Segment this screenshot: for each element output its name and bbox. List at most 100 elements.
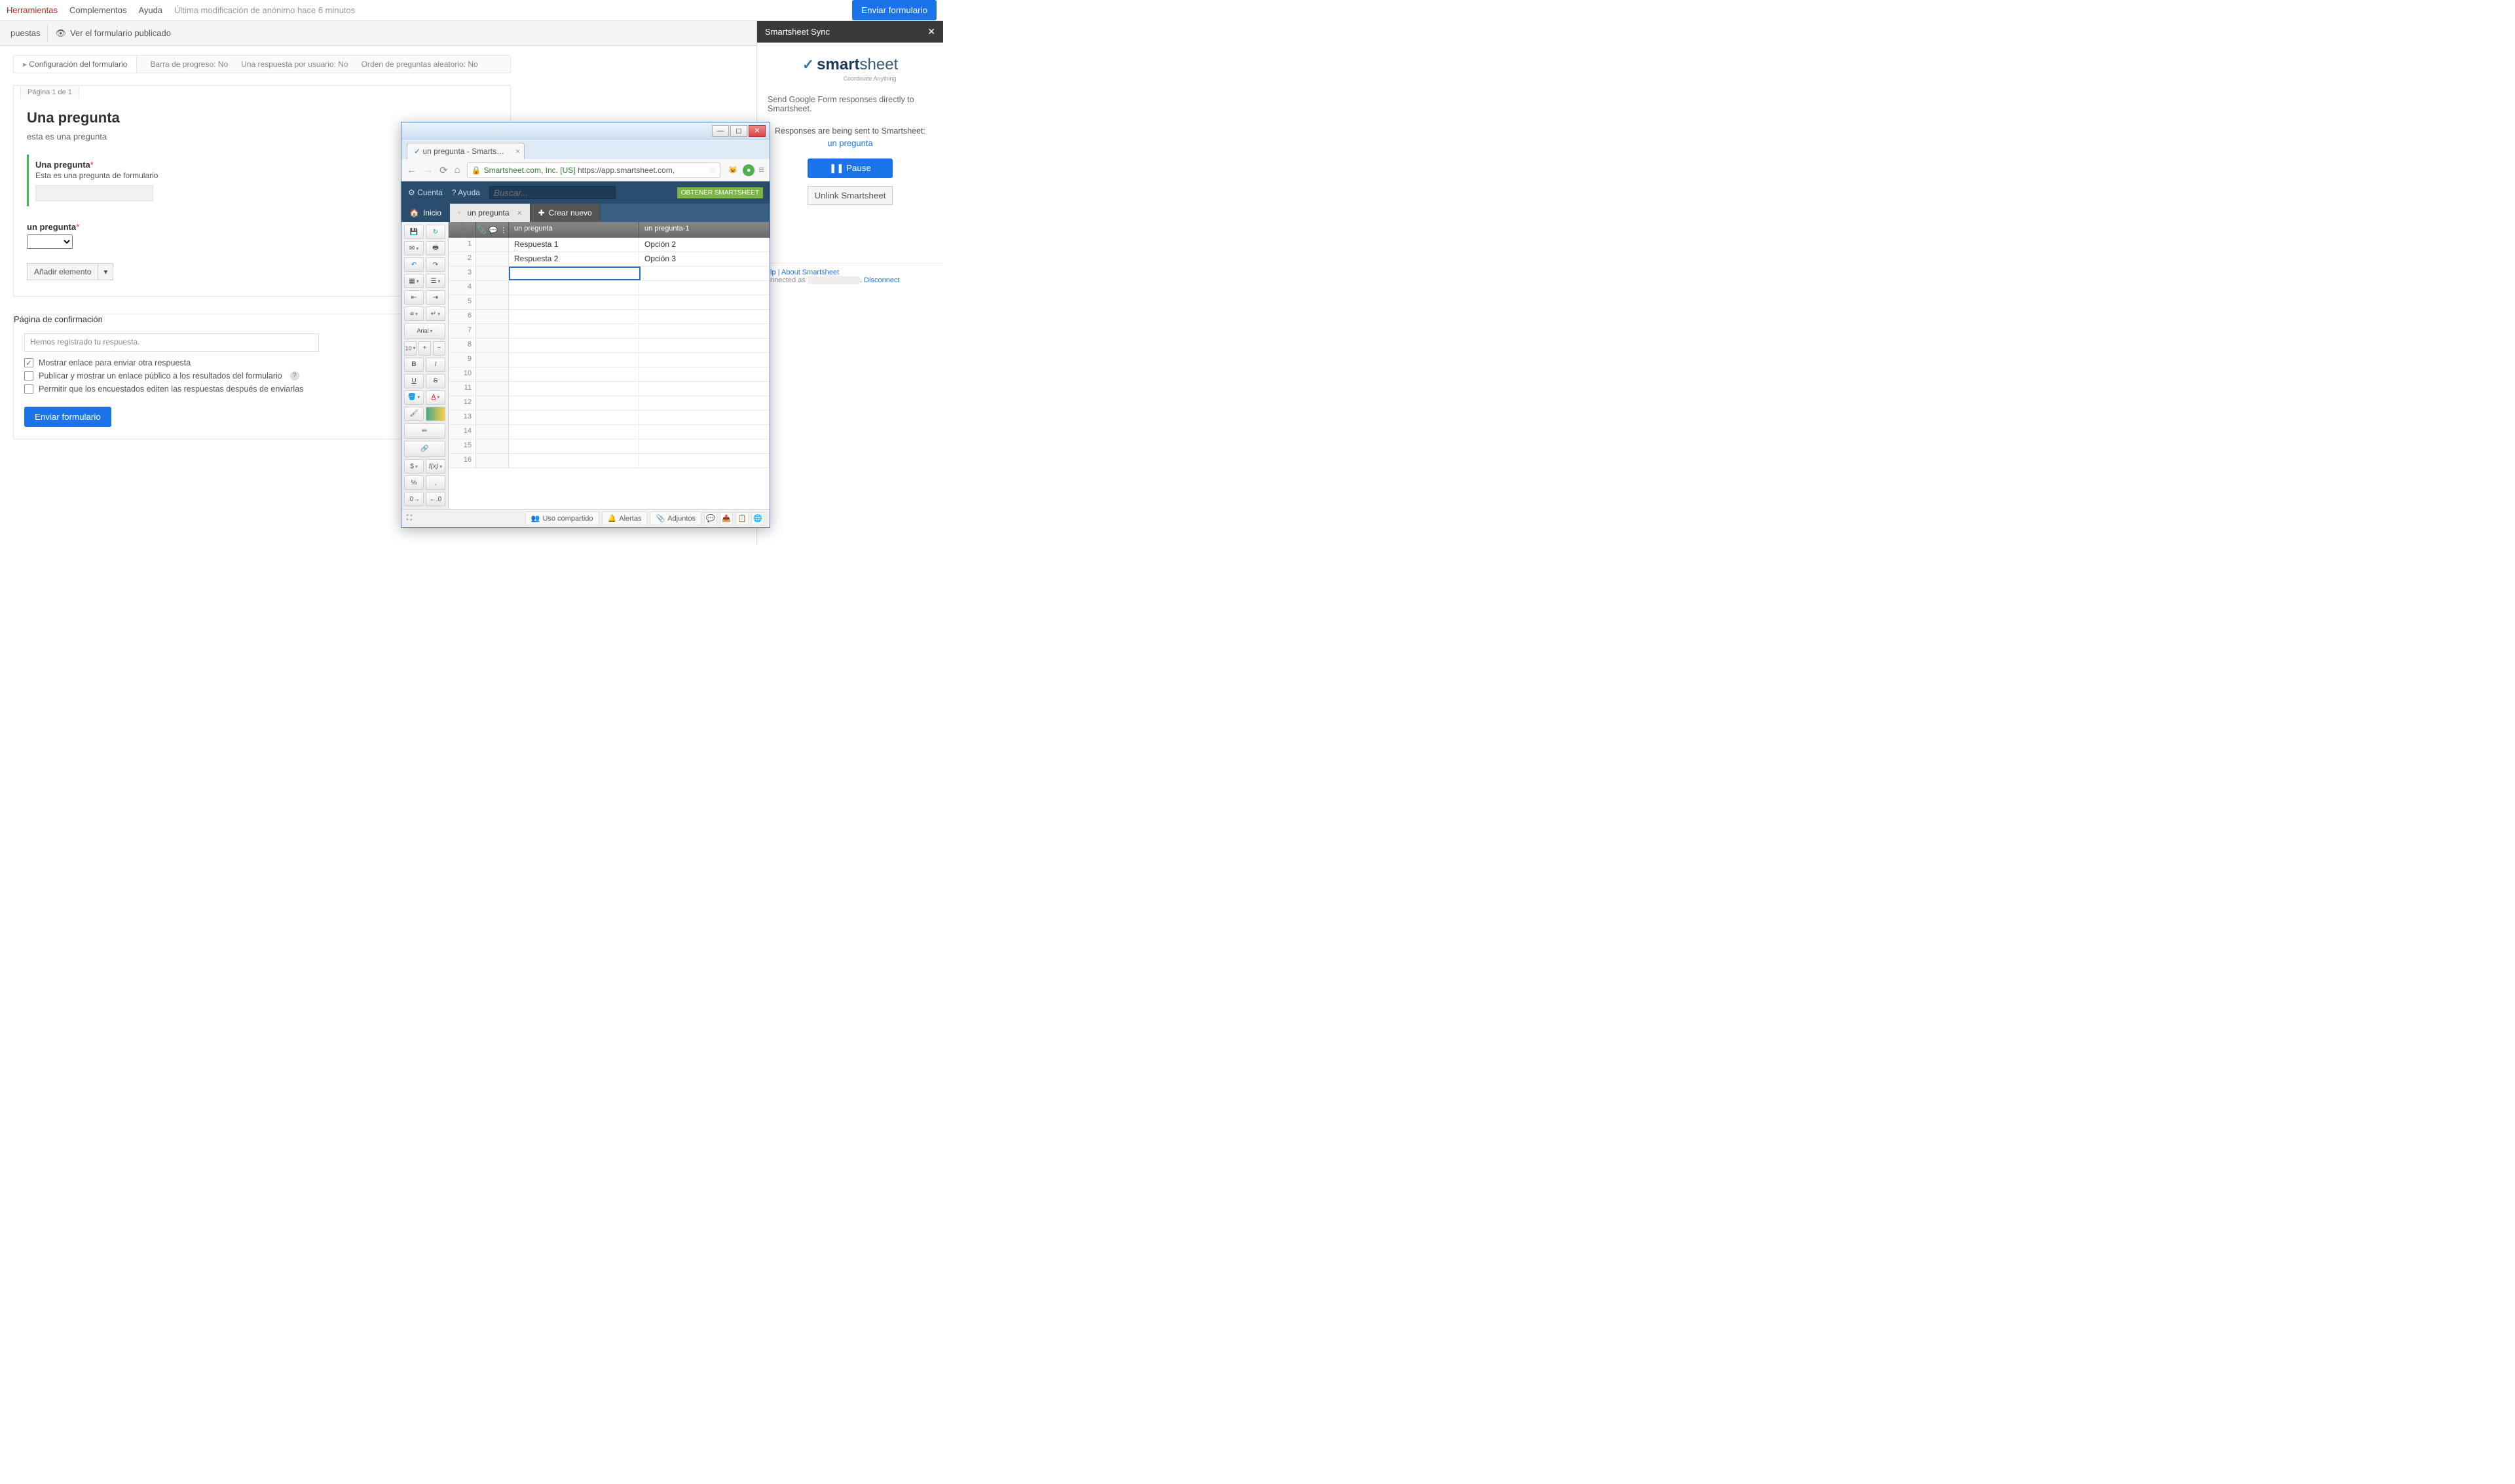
tool-bold[interactable]: B xyxy=(404,358,424,372)
alerts-button[interactable]: 🔔Alertas xyxy=(602,511,648,525)
home-icon[interactable]: ⌂ xyxy=(455,164,460,176)
tool-dec-inc[interactable]: .0→ xyxy=(404,492,424,506)
linked-sheet-link[interactable]: un pregunta xyxy=(768,138,933,148)
back-icon[interactable]: ← xyxy=(407,164,417,176)
table-row[interactable]: 6 xyxy=(449,310,770,324)
ss-grid[interactable]: 📎💬⋮ un pregunta un pregunta-1 1Respuesta… xyxy=(449,222,770,509)
table-row[interactable]: 10 xyxy=(449,367,770,382)
expand-icon[interactable]: ⛶ xyxy=(407,514,412,523)
tool-wrap[interactable]: ↵▾ xyxy=(426,306,445,321)
tool-views[interactable]: ▦▾ xyxy=(404,274,424,288)
confirmation-message-input[interactable]: Hemos registrado tu respuesta. xyxy=(24,333,319,352)
window-minimize[interactable]: — xyxy=(712,125,729,137)
view-published-form[interactable]: 👁 Ver el formulario publicado xyxy=(48,24,179,43)
web-icon[interactable]: 🌐 xyxy=(751,512,764,525)
forms-icon[interactable]: 📋 xyxy=(736,512,749,525)
tool-print[interactable]: 🖶 xyxy=(426,241,445,255)
pause-button[interactable]: ❚❚ Pause xyxy=(808,158,893,178)
tool-fill[interactable]: 🪣▾ xyxy=(404,390,424,405)
add-element-button[interactable]: Añadir elemento xyxy=(27,263,98,280)
q1-text-input[interactable] xyxy=(35,185,153,201)
chrome-menu-icon[interactable]: ≡ xyxy=(758,164,764,176)
tool-percent[interactable]: % xyxy=(404,475,424,490)
col-header-1[interactable]: un pregunta xyxy=(509,222,639,238)
tool-font[interactable]: Arial▾ xyxy=(404,323,445,339)
tool-italic[interactable]: I xyxy=(426,358,445,372)
window-close[interactable]: ✕ xyxy=(749,125,766,137)
sharing-button[interactable]: 👥Uso compartido xyxy=(525,511,599,525)
ss-banner[interactable]: OBTENER SMARTSHEET xyxy=(677,187,763,198)
tool-indent-out[interactable]: ⇤ xyxy=(404,290,424,305)
add-element-dropdown[interactable]: ▾ xyxy=(98,263,113,280)
tool-redo[interactable]: ↷ xyxy=(426,257,445,272)
table-row[interactable]: 7 xyxy=(449,324,770,339)
tool-conditional[interactable] xyxy=(426,407,445,421)
table-row[interactable]: 16 xyxy=(449,454,770,468)
ss-tab-active[interactable]: ▾un pregunta× xyxy=(450,204,531,222)
table-row[interactable]: 3 xyxy=(449,267,770,281)
table-row[interactable]: 9 xyxy=(449,353,770,367)
table-row[interactable]: 15 xyxy=(449,439,770,454)
table-row[interactable]: 4 xyxy=(449,281,770,295)
comment-col-icon[interactable]: 💬 xyxy=(489,226,498,234)
publish-icon[interactable]: 📤 xyxy=(720,512,733,525)
tool-align[interactable]: ≡▾ xyxy=(404,306,424,321)
tab-close-icon[interactable]: × xyxy=(517,208,522,217)
send-form-button-bottom[interactable]: Enviar formulario xyxy=(24,407,111,427)
ext-icon-2[interactable]: ● xyxy=(743,164,754,176)
disconnect-link[interactable]: Disconnect xyxy=(864,276,899,284)
tool-sort[interactable]: ☰▾ xyxy=(426,274,445,288)
tool-email[interactable]: ✉▾ xyxy=(404,241,424,255)
ss-help[interactable]: ? Ayuda xyxy=(452,188,480,197)
attachments-button[interactable]: 📎Adjuntos xyxy=(650,511,701,525)
tool-refresh[interactable]: ↻ xyxy=(426,225,445,239)
table-row[interactable]: 2Respuesta 2Opción 3 xyxy=(449,252,770,267)
col-header-2[interactable]: un pregunta-1 xyxy=(639,222,770,238)
about-link[interactable]: About Smartsheet xyxy=(781,269,839,276)
menu-ayuda[interactable]: Ayuda xyxy=(138,5,162,15)
attach-col-icon[interactable]: 📎 xyxy=(477,226,487,234)
tool-inc[interactable]: + xyxy=(419,341,431,356)
menu-complementos[interactable]: Complementos xyxy=(69,5,126,15)
tool-thousands[interactable]: , xyxy=(426,475,445,490)
table-row[interactable]: 1Respuesta 1Opción 2 xyxy=(449,238,770,252)
reload-icon[interactable]: ⟳ xyxy=(439,164,448,176)
tool-dec-dec[interactable]: ←.0 xyxy=(426,492,445,506)
discussions-icon[interactable]: 💬 xyxy=(704,512,717,525)
tool-strike[interactable]: S xyxy=(426,374,445,388)
tool-link[interactable]: 🔗 xyxy=(404,441,445,457)
tool-dec[interactable]: − xyxy=(433,341,445,356)
form-config-tab[interactable]: Configuración del formulario xyxy=(14,56,137,73)
table-row[interactable]: 13 xyxy=(449,411,770,425)
help-icon[interactable]: ? xyxy=(290,371,299,380)
tool-save[interactable]: 💾 xyxy=(404,225,424,239)
ss-tab-new[interactable]: ✚ Crear nuevo xyxy=(531,204,601,222)
browser-tab[interactable]: ✓ un pregunta - Smartshee... × xyxy=(407,143,525,159)
table-row[interactable]: 8 xyxy=(449,339,770,353)
tab-close-icon[interactable]: × xyxy=(515,147,520,156)
tool-currency[interactable]: $▾ xyxy=(404,459,424,473)
close-sidebar-icon[interactable]: ✕ xyxy=(927,26,935,37)
ext-icon-1[interactable]: 😺 xyxy=(727,164,739,176)
bookmark-icon[interactable]: ☆ xyxy=(709,166,716,175)
tool-highlight[interactable]: ✏ xyxy=(404,423,445,439)
tool-fontsize[interactable]: 10▾ xyxy=(404,341,417,356)
forward-icon[interactable]: → xyxy=(423,164,433,176)
table-row[interactable]: 5 xyxy=(449,295,770,310)
send-form-button-top[interactable]: Enviar formulario xyxy=(852,0,937,20)
rowaction-col-icon[interactable]: ⋮ xyxy=(500,226,507,234)
ss-search-input[interactable] xyxy=(489,186,616,199)
tool-format-paint[interactable]: 🖌 xyxy=(404,407,424,421)
window-titlebar[interactable]: — ◻ ✕ xyxy=(401,122,770,139)
tool-undo[interactable]: ↶ xyxy=(404,257,424,272)
ss-tab-home[interactable]: 🏠 Inicio xyxy=(401,204,450,222)
table-row[interactable]: 11 xyxy=(449,382,770,396)
table-row[interactable]: 12 xyxy=(449,396,770,411)
unlink-button[interactable]: Unlink Smartsheet xyxy=(808,186,893,205)
tool-fx[interactable]: f(x)▾ xyxy=(426,459,445,473)
window-maximize[interactable]: ◻ xyxy=(730,125,747,137)
menu-herramientas[interactable]: Herramientas xyxy=(7,5,58,15)
address-bar[interactable]: 🔒 Smartsheet.com, Inc. [US] https://app.… xyxy=(467,162,721,178)
q2-dropdown[interactable] xyxy=(27,234,73,249)
tool-color[interactable]: A▾ xyxy=(426,390,445,405)
